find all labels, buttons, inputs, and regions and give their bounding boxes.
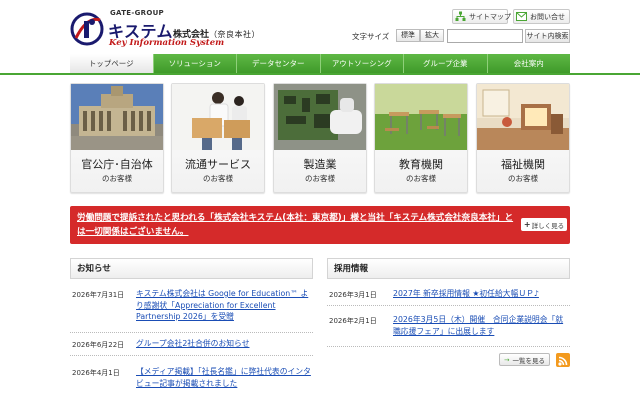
tagline: Key Information System — [109, 38, 225, 48]
recruit-date: 2026年2月1日 — [329, 317, 377, 325]
arrow-right-icon: → — [504, 355, 510, 364]
category-subtitle: のお客様 — [102, 174, 132, 183]
news-date: 2026年7月31日 — [72, 291, 125, 299]
category-title: 教育機関 — [399, 158, 443, 171]
font-size-label: 文字サイズ — [352, 32, 390, 41]
nav-solutions[interactable]: ソリューション — [154, 54, 237, 73]
nav-company-info[interactable]: 会社案内 — [488, 54, 571, 73]
contact-label: お問い合せ — [530, 12, 565, 21]
font-standard-button[interactable]: 標準 — [396, 29, 420, 42]
notice-banner: 労働問題で提訴されたと思われる「株式会社キステム(本社：東京都)」様と当社「キス… — [70, 206, 570, 244]
nav-divider — [0, 73, 640, 75]
category-government[interactable]: 官公庁･自治体 のお客様 — [70, 83, 164, 193]
category-subtitle: のお客様 — [508, 174, 538, 183]
category-education[interactable]: 教育機関 のお客様 — [374, 83, 468, 193]
category-subtitle: のお客様 — [203, 174, 233, 183]
news-link[interactable]: グループ会社2社合併のお知らせ — [136, 338, 311, 350]
company-logo[interactable]: GATE-GROUP キステム株式会社（奈良本社） Key Informatio… — [70, 8, 270, 48]
contact-button[interactable]: お問い合せ — [513, 9, 570, 24]
care-facility-image — [477, 84, 569, 150]
recruit-date: 2026年3月1日 — [329, 291, 377, 299]
site-search-input[interactable] — [447, 29, 523, 43]
customer-categories: 官公庁･自治体 のお客様 流通サービス のお客様 製造業 のお客様 教育機関 の… — [70, 83, 570, 195]
news-title: お知らせ — [70, 258, 313, 279]
delivery-boxes-image — [172, 84, 264, 150]
recruit-item: 2026年2月1日 2026年3月5日（木）開催 合同企業説明会「就職応援フェア… — [327, 312, 570, 347]
recruit-more-label: 一覧を見る — [512, 356, 545, 365]
category-subtitle: のお客様 — [305, 174, 335, 183]
sitemap-icon — [455, 11, 466, 22]
sitemap-label: サイトマップ — [469, 12, 511, 21]
nav-group-companies[interactable]: グループ企業 — [404, 54, 488, 73]
category-title: 製造業 — [303, 158, 337, 171]
recruit-item: 2026年3月1日 2027年 新卒採用情報 ★初任給大幅ＵＰ♪ — [327, 286, 570, 306]
mail-icon — [516, 11, 527, 22]
recruit-title: 採用情報 — [327, 258, 570, 279]
plus-icon: + — [523, 220, 531, 229]
gate-group-label: GATE-GROUP — [110, 9, 164, 17]
category-manufacturing[interactable]: 製造業 のお客様 — [273, 83, 367, 193]
category-title: 福祉機関 — [501, 158, 545, 171]
category-distribution[interactable]: 流通サービス のお客様 — [171, 83, 265, 193]
circuit-board-image — [274, 84, 366, 150]
news-date: 2026年6月22日 — [72, 341, 125, 349]
global-nav: トップページ ソリューション データセンター アウトソーシング グループ企業 会… — [70, 54, 570, 73]
news-link[interactable]: 【メディア掲載】「社長名鑑」に弊社代表のインタビュー記事が掲載されました — [136, 366, 311, 389]
nav-data-center[interactable]: データセンター — [237, 54, 321, 73]
category-welfare[interactable]: 福祉機関 のお客様 — [476, 83, 570, 193]
news-date: 2026年4月1日 — [72, 369, 120, 377]
notice-text[interactable]: 労働問題で提訴されたと思われる「株式会社キステム(本社：東京都)」様と当社「キス… — [77, 211, 517, 239]
news-item: 2026年6月22日 グループ会社2社合併のお知らせ — [70, 336, 313, 356]
nav-top-page[interactable]: トップページ — [70, 54, 154, 73]
news-link[interactable]: キステム株式会社は Google for Education™ より感謝状「Ap… — [136, 288, 311, 323]
category-title: 官公庁･自治体 — [81, 158, 153, 171]
category-title: 流通サービス — [185, 158, 251, 171]
recruit-more-button[interactable]: → 一覧を見る — [499, 353, 550, 366]
news-item: 2026年7月31日 キステム株式会社は Google for Educatio… — [70, 286, 313, 333]
notice-details-button[interactable]: + 詳しく見る — [521, 218, 567, 231]
nav-outsourcing[interactable]: アウトソーシング — [321, 54, 404, 73]
recruit-link[interactable]: 2026年3月5日（木）開催 合同企業説明会「就職応援フェア」に出展します — [393, 314, 568, 337]
recruit-link[interactable]: 2027年 新卒採用情報 ★初任給大幅ＵＰ♪ — [393, 288, 568, 300]
news-item: 2026年4月1日 【メディア掲載】「社長名鑑」に弊社代表のインタビュー記事が掲… — [70, 364, 313, 398]
recruit-panel: 採用情報 2026年3月1日 2027年 新卒採用情報 ★初任給大幅ＵＰ♪ 20… — [327, 258, 570, 347]
font-large-button[interactable]: 拡大 — [420, 29, 444, 42]
logo-mark-icon — [70, 12, 104, 46]
school-desks-image — [375, 84, 467, 150]
category-subtitle: のお客様 — [406, 174, 436, 183]
sitemap-button[interactable]: サイトマップ — [452, 9, 511, 24]
page: GATE-GROUP キステム株式会社（奈良本社） Key Informatio… — [0, 0, 640, 400]
site-search-button[interactable]: サイト内検索 — [525, 29, 570, 43]
news-panel: お知らせ 2026年7月31日 キステム株式会社は Google for Edu… — [70, 258, 313, 388]
rss-icon[interactable] — [556, 353, 570, 367]
notice-details-label: 詳しく見る — [531, 221, 565, 230]
government-building-image — [71, 84, 163, 150]
